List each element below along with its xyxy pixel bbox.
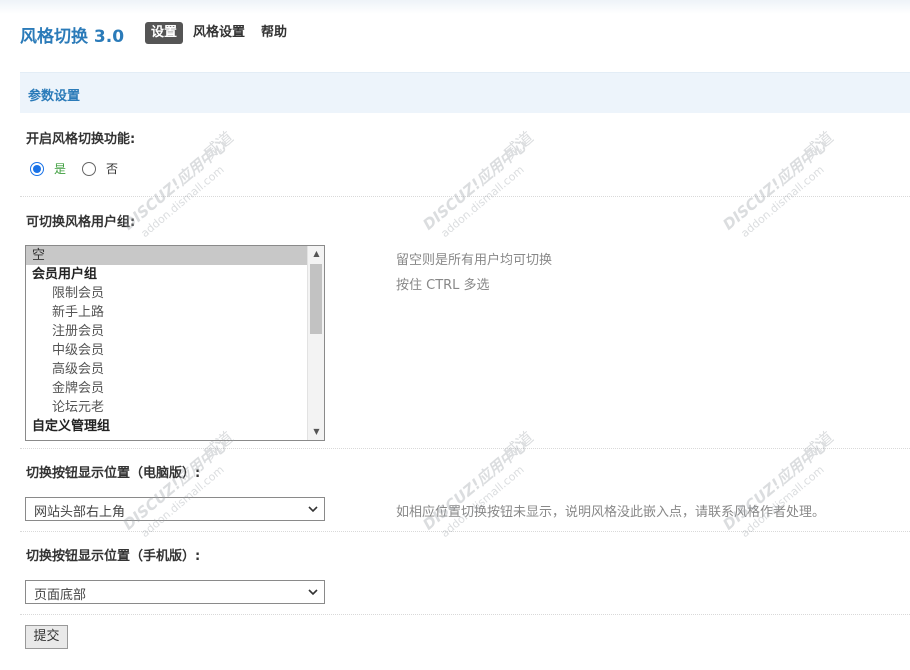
radio-no-label[interactable]: 否 — [106, 160, 118, 177]
radio-no[interactable] — [82, 161, 97, 176]
svg-text:addon.dismall.com: addon.dismall.com — [438, 163, 526, 240]
usergroups-label: 可切换风格用户组: — [26, 215, 136, 230]
usergroup-options: 空会员用户组限制会员 新手上路 注册会员 中级会员 高级会员 金牌会员 论坛元老自定义管理组 — [26, 246, 308, 436]
chevron-down-icon — [308, 589, 318, 596]
svg-text:DISCUZ!应用中心: DISCUZ!应用中心 — [719, 136, 831, 234]
nav-tabs: 设置 风格设置 帮助 — [145, 22, 293, 44]
pc-position-value: 网站头部右上角 — [34, 505, 126, 520]
svg-text:贰道: 贰道 — [800, 128, 837, 163]
divider — [20, 614, 910, 615]
app-title: 风格切换 3.0 — [20, 27, 125, 47]
chevron-down-icon — [308, 506, 318, 513]
watermark-line1: DISCUZ!应用中心 — [119, 136, 231, 234]
usergroup-option[interactable]: 论坛元老 — [26, 398, 308, 417]
pc-position-select[interactable]: 网站头部右上角 — [25, 497, 325, 521]
mobile-position-value: 页面底部 — [34, 588, 87, 603]
usergroup-option[interactable]: 空 — [26, 246, 308, 265]
enable-radio-group: 是 否 — [30, 160, 134, 177]
mobile-position-select[interactable]: 页面底部 — [25, 580, 325, 604]
svg-text:贰道: 贰道 — [500, 128, 537, 163]
divider — [20, 531, 910, 532]
radio-yes[interactable] — [30, 161, 44, 176]
tab-help[interactable]: 帮助 — [255, 22, 293, 44]
usergroup-option[interactable]: 金牌会员 — [26, 379, 308, 398]
tab-style-settings[interactable]: 风格设置 — [187, 22, 251, 44]
svg-text:贰道: 贰道 — [800, 428, 837, 463]
section-title: 参数设置 — [28, 89, 81, 104]
watermark: DISCUZ!应用中心 addon.dismall.com 贰道 — [390, 100, 560, 274]
optgroup-label: 自定义管理组 — [32, 419, 111, 434]
tab-settings[interactable]: 设置 — [145, 22, 184, 44]
top-bar: 风格切换 3.0 设置 风格设置 帮助 — [0, 0, 910, 62]
usergroup-option[interactable]: 新手上路 — [26, 303, 308, 322]
section-header: 参数设置 — [20, 72, 910, 113]
listbox-scrollbar[interactable]: ▲ ▼ — [307, 246, 324, 440]
watermark: DISCUZ!应用中心 addon.dismall.com 贰道 — [690, 100, 860, 274]
usergroup-option[interactable]: 高级会员 — [26, 360, 308, 379]
scroll-up-icon[interactable]: ▲ — [308, 246, 324, 262]
watermark-line2: addon.dismall.com — [138, 163, 226, 240]
watermark-brand: 贰道 — [200, 128, 237, 163]
watermark: DISCUZ!应用中心 addon.dismall.com 贰道 — [690, 400, 860, 574]
scroll-thumb[interactable] — [310, 264, 322, 334]
divider — [20, 448, 910, 449]
usergroup-multiselect[interactable]: 空会员用户组限制会员 新手上路 注册会员 中级会员 高级会员 金牌会员 论坛元老自定义管理组… — [25, 245, 325, 441]
usergroup-option[interactable]: 中级会员 — [26, 341, 308, 360]
usergroups-hint-1: 留空则是所有用户均可切换 — [396, 253, 553, 268]
pc-position-hint: 如相应位置切换按钮未显示，说明风格没此嵌入点，请联系风格作者处理。 — [396, 505, 826, 520]
pc-position-label: 切换按钮显示位置（电脑版）: — [26, 466, 201, 481]
svg-text:addon.dismall.com: addon.dismall.com — [738, 163, 826, 240]
submit-button[interactable]: 提交 — [25, 625, 68, 649]
radio-yes-label[interactable]: 是 — [54, 160, 66, 177]
usergroup-option[interactable]: 限制会员 — [26, 284, 308, 303]
usergroups-hint-2: 按住 CTRL 多选 — [396, 278, 490, 293]
optgroup-label: 会员用户组 — [32, 267, 98, 282]
mobile-position-label: 切换按钮显示位置（手机版）: — [26, 549, 201, 564]
scroll-down-icon[interactable]: ▼ — [308, 424, 324, 440]
svg-text:DISCUZ!应用中心: DISCUZ!应用中心 — [419, 136, 531, 234]
usergroup-option[interactable]: 注册会员 — [26, 322, 308, 341]
divider — [20, 196, 910, 197]
watermark: DISCUZ!应用中心 addon.dismall.com 贰道 — [390, 400, 560, 574]
svg-text:贰道: 贰道 — [500, 428, 537, 463]
enable-label: 开启风格切换功能: — [26, 132, 136, 147]
